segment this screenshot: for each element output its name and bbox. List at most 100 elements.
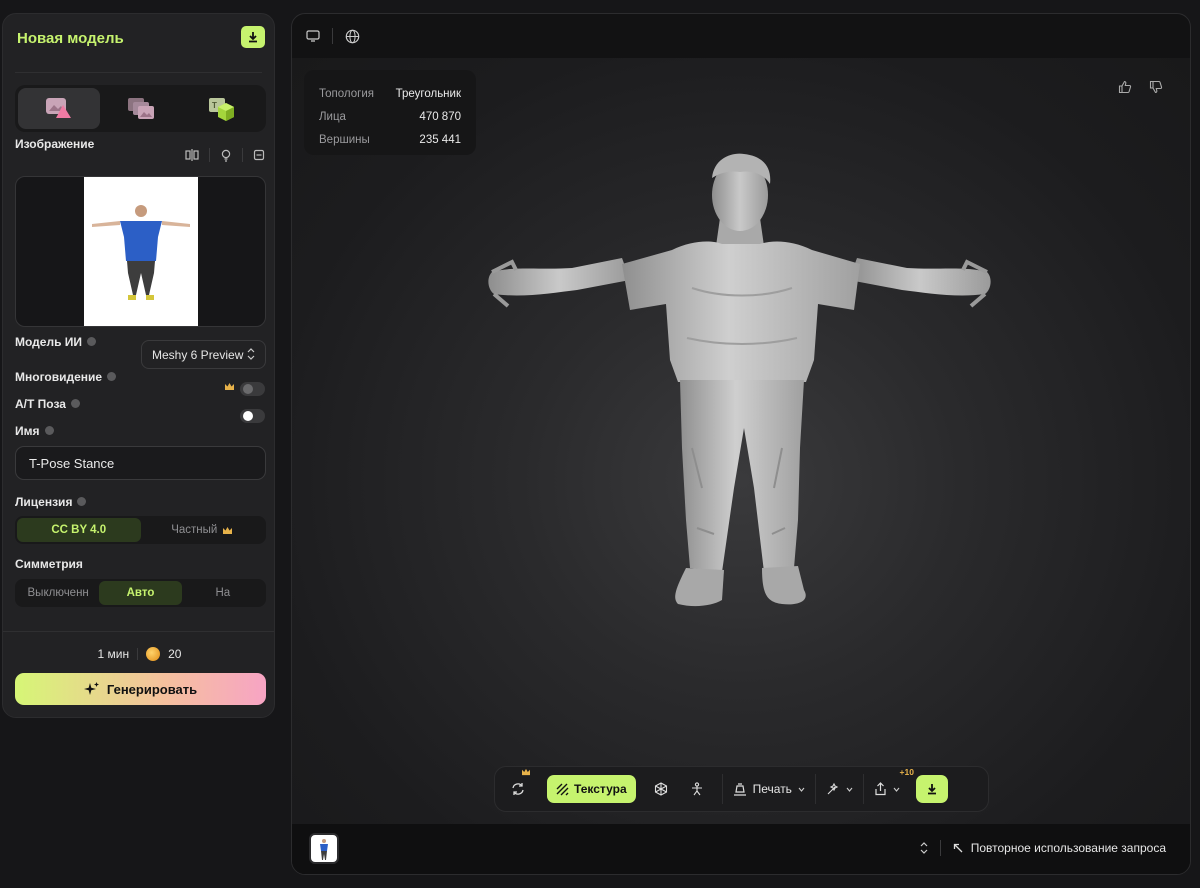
tab-text-to-3d[interactable]: T [181,88,263,129]
texture-icon [556,783,569,795]
thumbnail-image [320,839,328,860]
separator [242,148,243,162]
stat-row: Лица 470 870 [319,105,461,128]
refresh-button[interactable] [503,768,533,803]
generation-panel: Новая модель T Изображение Модель ИИ Mes… [2,13,275,718]
stat-key: Топология [319,87,374,100]
texture-button[interactable]: Текстура [547,775,636,803]
viewer-top-bar [292,14,1190,58]
monitor-icon[interactable] [306,30,320,42]
info-icon[interactable] [77,497,87,507]
chevron-down-icon [798,787,805,792]
viewer-bottom-bar: Повторное использование запроса [292,824,1190,874]
reuse-icon [953,843,963,853]
history-thumbnail[interactable] [309,833,339,864]
share-button[interactable]: +10 [874,767,914,803]
crown-icon [225,383,234,390]
symmetry-option-label: Выключенн [27,587,89,599]
mode-tabs: T [15,85,266,132]
upload-button[interactable] [241,26,265,48]
model-label: Модель ИИ [15,335,97,349]
name-input[interactable] [15,446,266,480]
print-button[interactable]: Печать [733,775,805,803]
globe-icon[interactable] [345,29,360,44]
sparkle-icon [83,682,99,695]
generate-button[interactable]: Генерировать [15,673,266,705]
symmetry-option-off[interactable]: Выключенн [17,581,99,605]
atpose-toggle[interactable] [240,409,265,423]
tab-multi-image-to-3d[interactable] [100,88,182,129]
delete-icon[interactable] [253,149,265,161]
separator [137,648,139,660]
mesh-button[interactable] [646,775,676,803]
lightbulb-icon[interactable] [220,149,232,162]
name-label-text: Имя [15,424,40,438]
rig-button[interactable] [682,775,712,803]
person-photo-icon [92,205,190,300]
info-icon[interactable] [107,372,117,382]
image-tools [185,148,265,162]
credit-cost: 20 [168,647,182,661]
stat-key: Вершины [319,133,370,146]
coin-icon [146,647,161,661]
image-label: Изображение [15,137,95,151]
multiview-label: Многовидение [15,370,117,384]
info-icon[interactable] [87,337,97,347]
share-icon [875,782,886,796]
stat-value: 470 870 [419,110,461,123]
license-option-private[interactable]: Частный [141,518,265,542]
info-icon[interactable] [44,426,54,436]
multi-image-icon [127,97,154,119]
symmetry-option-label: Авто [126,587,155,599]
download-button[interactable] [915,775,948,803]
rating-buttons [1118,80,1163,94]
rig-icon [691,782,702,796]
3d-model-render [488,153,991,607]
input-photo [84,177,198,326]
mesh-icon [654,782,667,796]
separator [721,774,723,804]
split-view-icon[interactable] [185,149,199,161]
print-label: Печать [752,782,792,796]
name-label: Имя [15,424,54,438]
atpose-label: A/T Поза [15,397,80,411]
svg-text:T: T [212,101,217,110]
separator [862,774,864,804]
texture-label: Текстура [574,782,627,796]
time-estimate: 1 мин [97,647,130,661]
magic-tools-button[interactable] [826,775,853,803]
stat-key: Лица [319,110,346,123]
crown-icon [522,768,530,776]
symmetry-option-on[interactable]: На [182,581,264,605]
thumbs-up-icon[interactable] [1118,80,1132,94]
separator [814,774,816,804]
viewport-stage[interactable]: Топология Треугольник Лица 470 870 Вершины… [292,58,1190,826]
upload-icon [249,32,257,43]
refresh-icon [512,783,524,795]
thumbs-down-icon[interactable] [1149,80,1163,94]
model-select-value: Meshy 6 Preview [152,347,244,362]
symmetry-option-auto[interactable]: Авто [99,581,182,605]
model-viewer: Топология Треугольник Лица 470 870 Вершины… [291,13,1191,875]
multiview-toggle[interactable] [240,382,265,396]
separator [332,28,333,44]
stat-value: Треугольник [395,87,461,100]
model-select[interactable]: Meshy 6 Preview [141,340,266,369]
toggle-knob [243,411,253,421]
reuse-label: Повторное использование запроса [970,841,1166,855]
chevron-updown-icon[interactable] [920,842,928,854]
magic-icon [827,782,839,795]
divider [15,72,262,73]
tab-image-to-3d[interactable] [18,88,100,129]
multiview-label-text: Многовидение [15,370,103,384]
input-image-preview[interactable] [15,176,266,327]
download-icon [927,784,936,795]
license-selector: CC BY 4.0 Частный [15,516,266,544]
license-option-cc-by[interactable]: CC BY 4.0 [17,518,141,542]
license-option-label: Частный [171,524,218,536]
info-icon[interactable] [70,399,80,409]
print-icon [733,782,746,796]
reuse-prompt-button[interactable]: Повторное использование запроса [953,841,1166,855]
share-bonus-badge: +10 [899,767,914,777]
image-to-3d-icon [45,97,71,118]
